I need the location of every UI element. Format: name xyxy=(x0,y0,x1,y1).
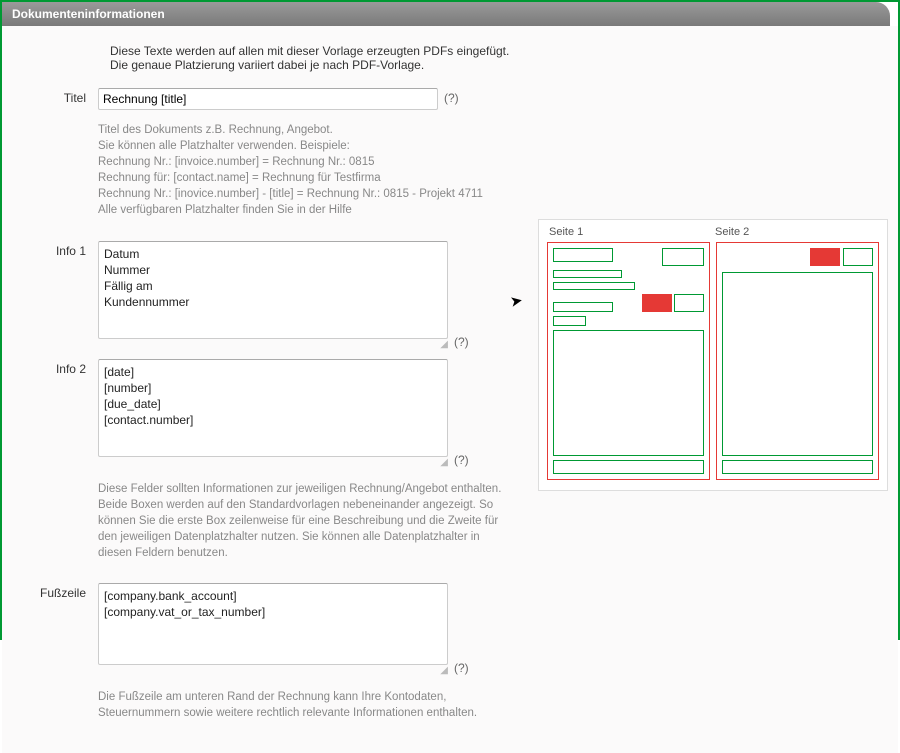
label-info2: Info 2 xyxy=(16,359,98,376)
preview-label-seite2: Seite 2 xyxy=(713,226,879,238)
help-icon[interactable]: (?) xyxy=(454,453,469,469)
preview-highlight-block xyxy=(642,294,672,312)
label-info1: Info 1 xyxy=(16,241,98,258)
intro-text: Diese Texte werden auf allen mit dieser … xyxy=(110,44,523,72)
row-fusszeile: Fußzeile ◢ (?) xyxy=(16,583,523,677)
label-titel: Titel xyxy=(16,88,98,105)
resize-grip-icon[interactable]: ◢ xyxy=(440,457,446,468)
resize-grip-icon[interactable]: ◢ xyxy=(440,665,446,676)
preview-labels: Seite 1 Seite 2 xyxy=(547,226,879,238)
row-info-hint: Diese Felder sollten Informationen zur j… xyxy=(16,477,523,575)
preview-footer-block xyxy=(553,460,704,474)
preview-label-seite1: Seite 1 xyxy=(547,226,713,238)
row-titel: Titel (?) xyxy=(16,88,523,110)
preview-highlight-block xyxy=(810,248,840,266)
hint-titel: Titel des Dokuments z.B. Rechnung, Angeb… xyxy=(98,122,503,219)
section-header: Dokumenteninformationen xyxy=(2,2,890,26)
row-info2: Info 2 ◢ (?) xyxy=(16,359,523,469)
preview-block xyxy=(553,316,586,326)
info2-textarea[interactable] xyxy=(98,359,448,457)
preview-page-2 xyxy=(716,242,879,480)
preview-box: Seite 1 Seite 2 xyxy=(538,219,888,491)
preview-block xyxy=(553,302,613,312)
preview-block xyxy=(674,294,704,312)
row-fusszeile-hint: Die Fußzeile am unteren Rand der Rechnun… xyxy=(16,685,523,735)
fusszeile-textarea[interactable] xyxy=(98,583,448,665)
preview-body-block xyxy=(722,272,873,456)
preview-block xyxy=(843,248,873,266)
resize-grip-icon[interactable]: ◢ xyxy=(440,339,446,350)
preview-block xyxy=(553,282,635,290)
label-fusszeile: Fußzeile xyxy=(16,583,98,600)
preview-body-block xyxy=(553,330,704,456)
hint-info: Diese Felder sollten Informationen zur j… xyxy=(98,481,503,561)
titel-input[interactable] xyxy=(98,88,438,110)
help-icon[interactable]: (?) xyxy=(454,661,469,677)
help-icon[interactable]: (?) xyxy=(444,91,459,107)
preview-block xyxy=(662,248,704,266)
preview-block xyxy=(553,270,622,278)
preview-footer-block xyxy=(722,460,873,474)
row-info1: Info 1 ◢ (?) xyxy=(16,241,523,351)
preview-block xyxy=(553,248,613,262)
section-title: Dokumenteninformationen xyxy=(12,7,165,21)
hint-fusszeile: Die Fußzeile am unteren Rand der Rechnun… xyxy=(98,689,503,721)
preview-page-1 xyxy=(547,242,710,480)
info1-textarea[interactable] xyxy=(98,241,448,339)
help-icon[interactable]: (?) xyxy=(454,335,469,351)
content-area: Diese Texte werden auf allen mit dieser … xyxy=(2,26,898,753)
row-titel-hint: Titel des Dokuments z.B. Rechnung, Angeb… xyxy=(16,118,523,233)
preview-column: Seite 1 Seite 2 xyxy=(538,219,888,743)
